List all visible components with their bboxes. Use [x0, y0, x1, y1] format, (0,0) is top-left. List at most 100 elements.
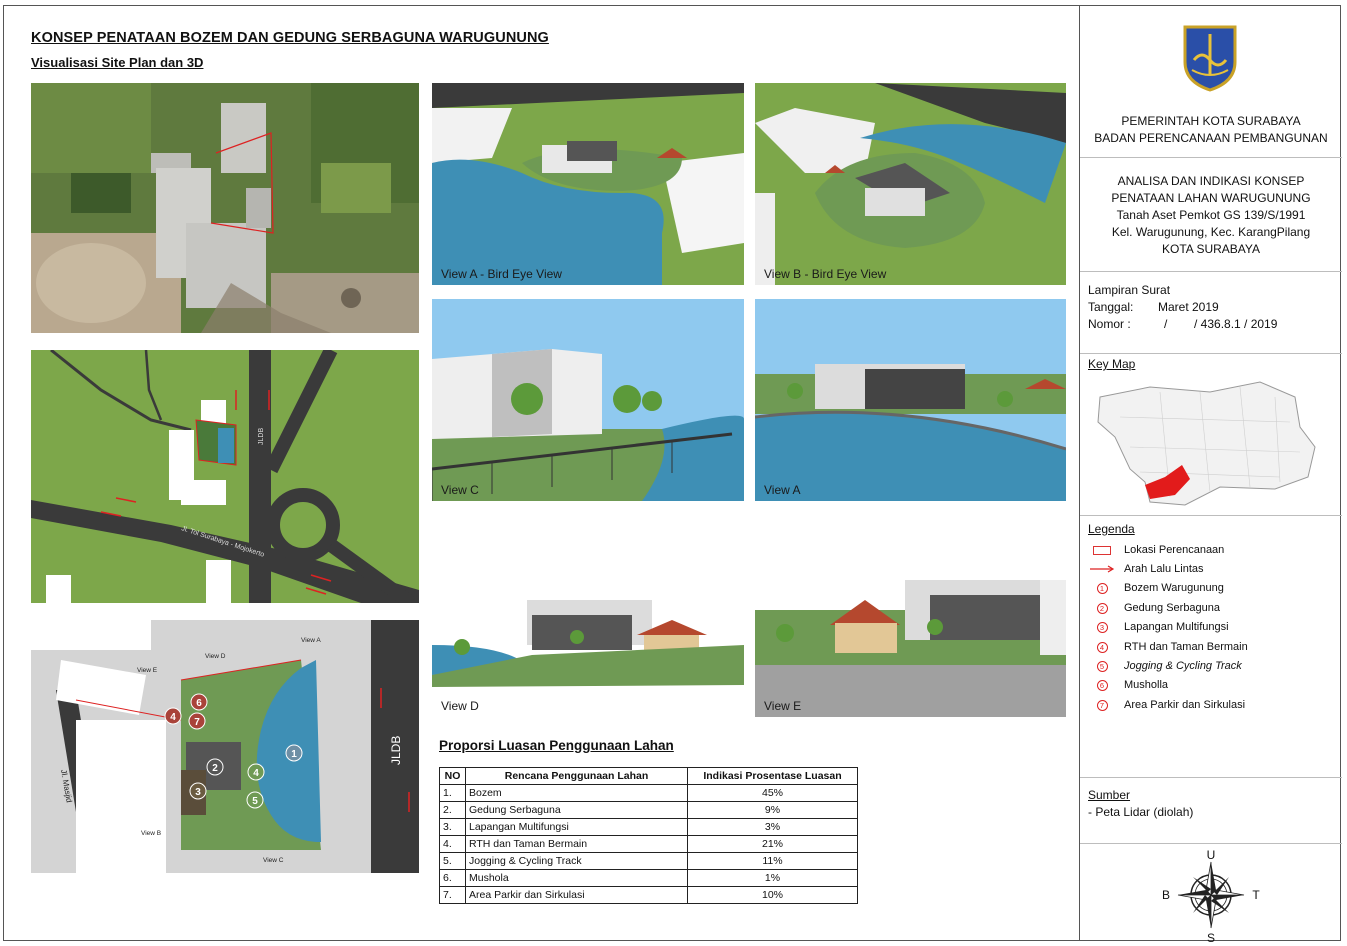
view-marker-c: View C: [263, 857, 284, 864]
legend-label: Bozem Warugunung: [1124, 582, 1224, 594]
legend-label: Gedung Serbaguna: [1124, 602, 1221, 614]
number-2-icon: 2: [1096, 602, 1108, 614]
legend-label: Area Parkir dan Sirkulasi: [1124, 699, 1246, 711]
number-4-icon: 4: [1096, 641, 1108, 653]
location-map: Jl. Tol Surabaya - Mojokerto JLDB: [31, 350, 419, 603]
view-marker-a: View A: [301, 637, 321, 644]
table-header-pct: Indikasi Prosentase Luasan: [687, 767, 858, 785]
legend-label: Jogging & Cycling Track: [1124, 660, 1242, 672]
row-no: 1.: [439, 784, 466, 802]
tanggal-label: Tanggal:: [1088, 300, 1134, 314]
row-pct: 21%: [687, 835, 858, 853]
gov-name-line1: PEMERINTAH KOTA SURABAYA: [1121, 114, 1301, 128]
number-5-icon: 5: [1096, 660, 1108, 672]
sumber-title: Sumber: [1088, 788, 1131, 802]
table-header-use: Rencana Penggunaan Lahan: [465, 767, 688, 785]
row-name: Bozem: [465, 784, 688, 802]
view-a-bird-label: View A - Bird Eye View: [441, 267, 562, 281]
keymap-section: Key Map: [1080, 354, 1342, 516]
project-line1: ANALISA DAN INDIKASI KONSEP: [1117, 174, 1305, 188]
table-row: 4. RTH dan Taman Bermain 21%: [439, 835, 858, 853]
table-row: 2. Gedung Serbaguna 9%: [439, 801, 858, 819]
project-line5: KOTA SURABAYA: [1161, 242, 1261, 256]
legend-item: 2 Gedung Serbaguna: [1088, 601, 1220, 615]
row-no: 3.: [439, 818, 466, 836]
view-panel-a-bird: View A - Bird Eye View: [432, 83, 744, 285]
legend-item: 5 Jogging & Cycling Track: [1088, 659, 1242, 673]
view-marker-e: View E: [137, 667, 158, 674]
site-marker-2: 2: [212, 763, 218, 774]
compass-s: S: [1207, 931, 1215, 943]
table-row: 1. Bozem 45%: [439, 784, 858, 802]
legend-label: Lapangan Multifungsi: [1124, 621, 1229, 633]
row-no: 2.: [439, 801, 466, 819]
row-pct: 45%: [687, 784, 858, 802]
page-title: KONSEP PENATAAN BOZEM DAN GEDUNG SERBAGU…: [31, 30, 549, 46]
legend-section: Legenda Lokasi Perencanaan Arah Lalu Lin…: [1080, 516, 1342, 778]
table-header-no: NO: [439, 767, 466, 785]
project-line2: PENATAAN LAHAN WARUGUNUNG: [1111, 191, 1311, 205]
nomor-value: / / 436.8.1 / 2019: [1164, 317, 1278, 331]
legend-item: Lokasi Perencanaan: [1088, 543, 1224, 557]
government-header: PEMERINTAH KOTA SURABAYA BADAN PERENCANA…: [1080, 5, 1342, 158]
view-a-label: View A: [764, 483, 801, 497]
row-name: Mushola: [465, 869, 688, 887]
view-b-bird-label: View B - Bird Eye View: [764, 267, 887, 281]
location-rect-icon: [1088, 545, 1116, 555]
row-name: RTH dan Taman Bermain: [465, 835, 688, 853]
view-panel-a: View A: [755, 299, 1066, 501]
row-name: Gedung Serbaguna: [465, 801, 688, 819]
view-panel-c: View C: [432, 299, 744, 501]
view-c-label: View C: [441, 483, 479, 497]
site-marker-1: 1: [291, 749, 297, 760]
row-no: 6.: [439, 869, 466, 887]
site-marker-7: 7: [194, 717, 200, 728]
legend-label: RTH dan Taman Bermain: [1124, 641, 1248, 653]
project-info: ANALISA DAN INDIKASI KONSEP PENATAAN LAH…: [1080, 158, 1342, 272]
row-no: 5.: [439, 852, 466, 870]
jldb-label: JLDB: [389, 736, 403, 765]
compass-e: T: [1252, 888, 1260, 902]
legend-label: Lokasi Perencanaan: [1124, 544, 1225, 556]
tanggal-value: Maret 2019: [1158, 300, 1219, 314]
legend-item: 6 Musholla: [1088, 678, 1168, 692]
legend-title: Legenda: [1088, 522, 1135, 536]
compass-w: B: [1162, 888, 1170, 902]
view-marker-b: View B: [141, 830, 161, 837]
satellite-image: [31, 83, 419, 333]
table-row: 6. Mushola 1%: [439, 869, 858, 887]
site-marker-4: 4: [253, 768, 259, 779]
number-7-icon: 7: [1096, 699, 1108, 711]
surabaya-emblem-icon: [1183, 25, 1237, 92]
table-header-row: NO Rencana Penggunaan Lahan Indikasi Pro…: [439, 767, 858, 785]
site-marker-6: 6: [196, 698, 202, 709]
row-pct: 11%: [687, 852, 858, 870]
row-no: 7.: [439, 886, 466, 904]
view-e-label: View E: [764, 699, 802, 713]
view-panel-e: View E: [755, 515, 1066, 717]
compass-section: U S T B: [1080, 844, 1342, 943]
site-marker-5: 5: [252, 796, 258, 807]
nomor-label: Nomor :: [1088, 317, 1131, 331]
compass-n: U: [1207, 848, 1216, 862]
legend-item: 3 Lapangan Multifungsi: [1088, 620, 1229, 634]
table-row: 5. Jogging & Cycling Track 11%: [439, 852, 858, 870]
view-panel-d: View D: [432, 515, 744, 717]
page-subtitle: Visualisasi Site Plan dan 3D: [31, 55, 204, 70]
gov-name-line2: BADAN PERENCANAAN PEMBANGUNAN: [1094, 131, 1328, 145]
row-name: Lapangan Multifungsi: [465, 818, 688, 836]
info-sidebar: PEMERINTAH KOTA SURABAYA BADAN PERENCANA…: [1079, 5, 1342, 943]
site-plan: 1 2 3 4 5 6 7 4 View A View B View C Vie…: [31, 620, 419, 873]
view-panel-b-bird: View B - Bird Eye View: [755, 83, 1066, 285]
legend-item: Arah Lalu Lintas: [1088, 562, 1204, 576]
keymap-title: Key Map: [1088, 357, 1136, 371]
number-6-icon: 6: [1096, 679, 1108, 691]
legend-item: 7 Area Parkir dan Sirkulasi: [1088, 698, 1245, 712]
lampiran-section: Lampiran Surat Tanggal: Maret 2019 Nomor …: [1080, 272, 1342, 354]
lampiran-heading: Lampiran Surat: [1088, 283, 1171, 297]
jldb-small-label: JLDB: [258, 428, 265, 445]
row-pct: 9%: [687, 801, 858, 819]
arrow-right-icon: [1088, 565, 1116, 573]
legend-item: 1 Bozem Warugunung: [1088, 581, 1224, 595]
legend-label: Arah Lalu Lintas: [1124, 563, 1204, 575]
